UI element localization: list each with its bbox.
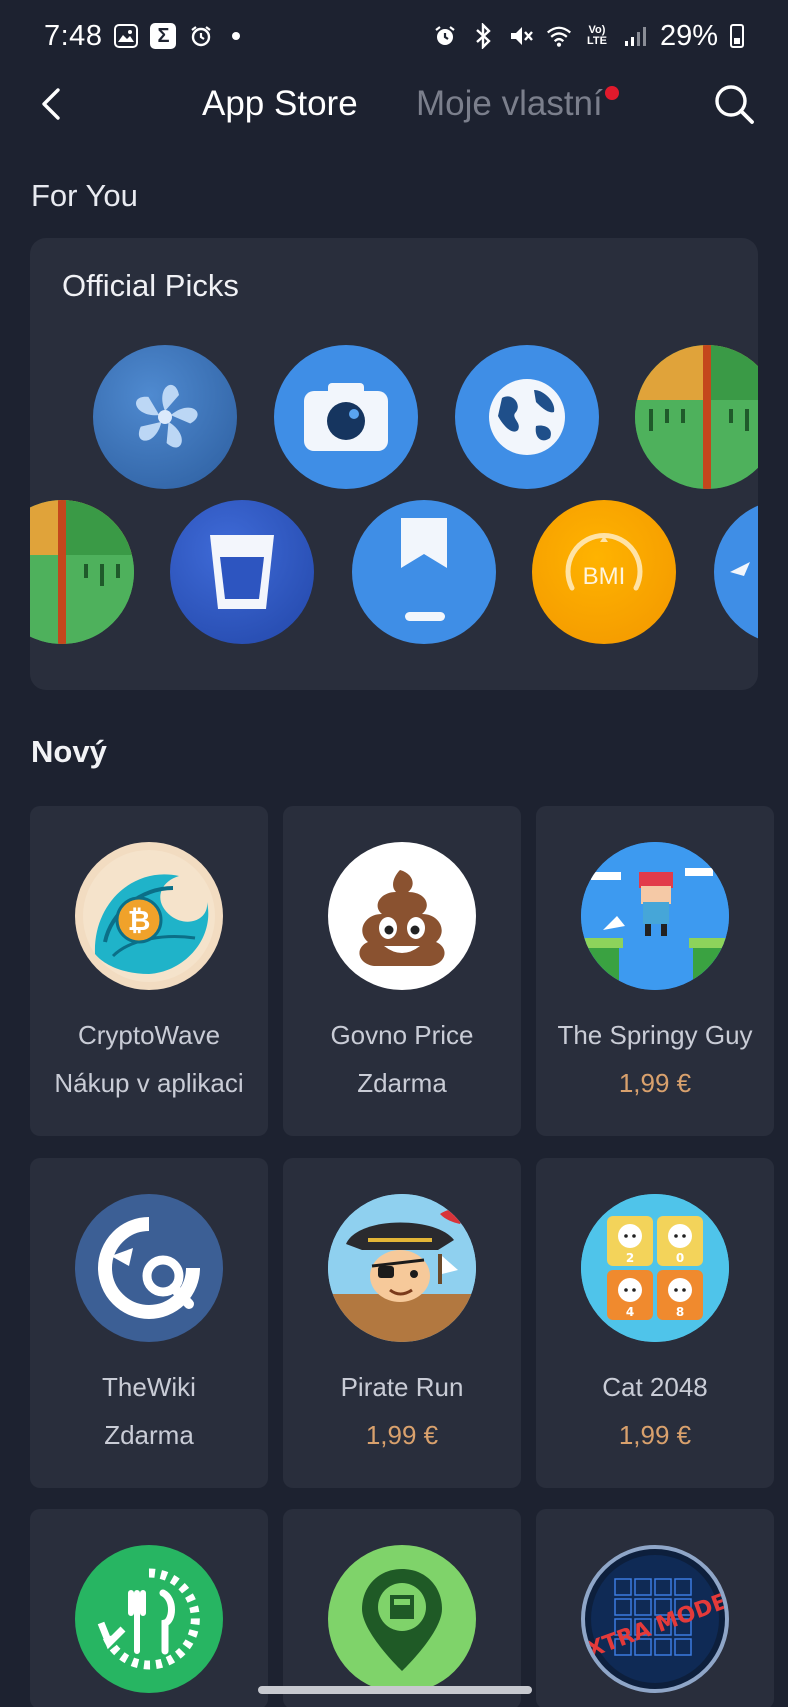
- app-price: 1,99 €: [618, 1420, 692, 1450]
- top-app-bar: App Store Moje vlastní: [0, 72, 788, 138]
- pinwheel-icon[interactable]: [93, 345, 237, 489]
- notification-dot-icon: [232, 32, 241, 40]
- app-name: Pirate Run: [340, 1372, 464, 1402]
- svg-text:₿: ₿: [128, 904, 151, 937]
- navigation-icon[interactable]: [714, 500, 758, 644]
- app-name: TheWiki: [102, 1372, 196, 1402]
- app-price: 1,99 €: [618, 1068, 692, 1098]
- new-section-title: Nový: [31, 734, 107, 769]
- status-bar-right: Vo) LTE 29%: [432, 20, 744, 53]
- battery-percent: 29%: [659, 19, 718, 52]
- alarm-icon: [188, 23, 214, 49]
- back-button[interactable]: [28, 80, 76, 128]
- cat-tile-label: 0: [676, 1251, 684, 1265]
- bmi-icon[interactable]: BMI: [532, 500, 676, 644]
- alarm-icon: [432, 23, 458, 49]
- app-name: Govno Price: [330, 1020, 474, 1050]
- search-icon: [715, 85, 754, 124]
- chevron-left-icon: [42, 88, 60, 120]
- pixel-jumper-icon: [581, 842, 729, 990]
- bmi-label: BMI: [583, 563, 626, 590]
- app-card[interactable]: [30, 1509, 268, 1707]
- wifi-icon: [546, 23, 572, 49]
- app-price: Nákup v aplikaci: [54, 1068, 244, 1098]
- app-card-thewiki[interactable]: TheWiki Zdarma: [30, 1158, 268, 1488]
- app-card[interactable]: EXTRA MODES: [536, 1509, 774, 1707]
- home-indicator[interactable]: [258, 1686, 532, 1694]
- status-bar-left: 7:48 Σ: [44, 19, 241, 53]
- app-name: The Springy Guy: [557, 1020, 753, 1050]
- app-card-cat-2048[interactable]: 2 0 4 8 Cat 2048 1,99 €: [536, 1158, 774, 1488]
- cat-tiles-icon: 2 0 4 8: [581, 1194, 729, 1342]
- app-card-cryptowave[interactable]: ₿ CryptoWave Nákup v aplikaci: [30, 806, 268, 1136]
- app-card[interactable]: [283, 1509, 521, 1707]
- search-button[interactable]: [708, 78, 760, 130]
- camera-icon[interactable]: [274, 345, 418, 489]
- tab-app-store[interactable]: App Store: [202, 84, 358, 124]
- ruler-icon[interactable]: [30, 500, 134, 644]
- status-time: 7:48: [44, 19, 103, 52]
- app-card-govno-price[interactable]: Govno Price Zdarma: [283, 806, 521, 1136]
- official-picks-card: Official Picks BMI: [30, 238, 758, 690]
- bluetooth-icon: [470, 23, 496, 49]
- volte-icon: Vo) LTE: [586, 24, 607, 47]
- gallery-icon: [114, 24, 139, 48]
- meal-timer-icon: [75, 1545, 223, 1693]
- bookmark-icon[interactable]: [352, 500, 496, 644]
- water-glass-icon[interactable]: [170, 500, 314, 644]
- poop-emoji-icon: [328, 842, 476, 990]
- app-name: CryptoWave: [77, 1020, 221, 1050]
- status-bar: 7:48 Σ Vo) LTE 29%: [0, 0, 788, 72]
- app-name: Cat 2048: [602, 1372, 708, 1402]
- cat-tile-label: 4: [626, 1305, 634, 1319]
- app-price: Zdarma: [357, 1068, 447, 1098]
- globe-icon[interactable]: [455, 345, 599, 489]
- sigma-icon: Σ: [150, 23, 177, 49]
- tab-my-own[interactable]: Moje vlastní: [416, 84, 603, 124]
- app-card-pirate-run[interactable]: Pirate Run 1,99 €: [283, 1158, 521, 1488]
- bitcoin-wave-icon: ₿: [75, 842, 223, 990]
- map-pin-icon: [328, 1545, 476, 1693]
- app-price: Zdarma: [104, 1420, 194, 1450]
- cat-tile-label: 2: [626, 1251, 634, 1265]
- official-picks-title: Official Picks: [62, 268, 239, 303]
- app-card-springy-guy[interactable]: The Springy Guy 1,99 €: [536, 806, 774, 1136]
- battery-icon: [730, 24, 744, 48]
- extra-modes-icon: EXTRA MODES: [581, 1545, 729, 1693]
- pirate-icon: [328, 1194, 476, 1342]
- signal-icon: [622, 23, 648, 49]
- wiki-search-icon: [75, 1194, 223, 1342]
- notification-badge: [605, 86, 619, 100]
- ruler-icon[interactable]: [635, 345, 758, 489]
- mute-icon: [508, 23, 534, 49]
- app-price: 1,99 €: [365, 1420, 439, 1450]
- for-you-title: For You: [31, 178, 138, 213]
- cat-tile-label: 8: [676, 1305, 684, 1319]
